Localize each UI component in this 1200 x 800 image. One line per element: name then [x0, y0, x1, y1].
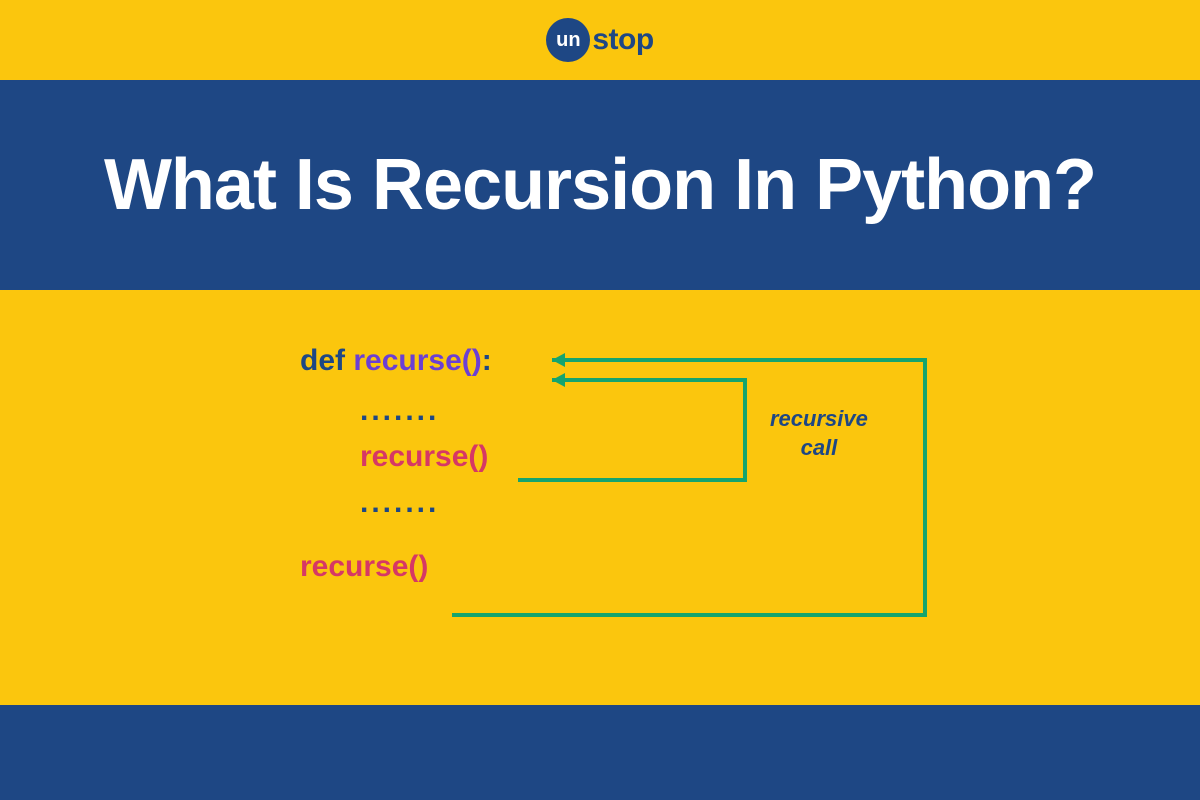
annotation-line2: call: [770, 434, 868, 463]
outer-arrowhead-icon: [552, 353, 565, 367]
inner-arrowhead-icon: [552, 373, 565, 387]
bottom-bar: [0, 705, 1200, 800]
top-bar: un stop: [0, 0, 1200, 80]
outer-function-call: recurse(): [300, 550, 492, 584]
code-diagram-area: def recurse(): ....... recurse() .......…: [0, 290, 1200, 705]
inner-arrow-path: [518, 380, 745, 480]
unstop-logo: un stop: [546, 18, 653, 62]
code-block: def recurse(): ....... recurse() .......…: [300, 340, 492, 584]
logo-circle-text: un: [556, 29, 580, 52]
logo-text: stop: [592, 23, 653, 57]
arrow-paths-icon: [0, 290, 1200, 705]
title-bar: What Is Recursion In Python?: [0, 80, 1200, 290]
function-definition-line: def recurse():: [300, 340, 492, 382]
function-name: recurse: [353, 344, 461, 377]
outer-arrow-path: [452, 360, 925, 615]
function-parens: (): [462, 344, 482, 377]
ellipsis-2: .......: [360, 486, 492, 520]
inner-recursive-call: recurse(): [360, 440, 492, 474]
page-title: What Is Recursion In Python?: [104, 144, 1096, 226]
annotation-line1: recursive: [770, 405, 868, 434]
recursive-call-annotation: recursive call: [770, 405, 868, 462]
def-keyword: def: [300, 344, 345, 377]
def-colon: :: [482, 344, 492, 377]
logo-circle-icon: un: [546, 18, 590, 62]
ellipsis-1: .......: [360, 394, 492, 428]
